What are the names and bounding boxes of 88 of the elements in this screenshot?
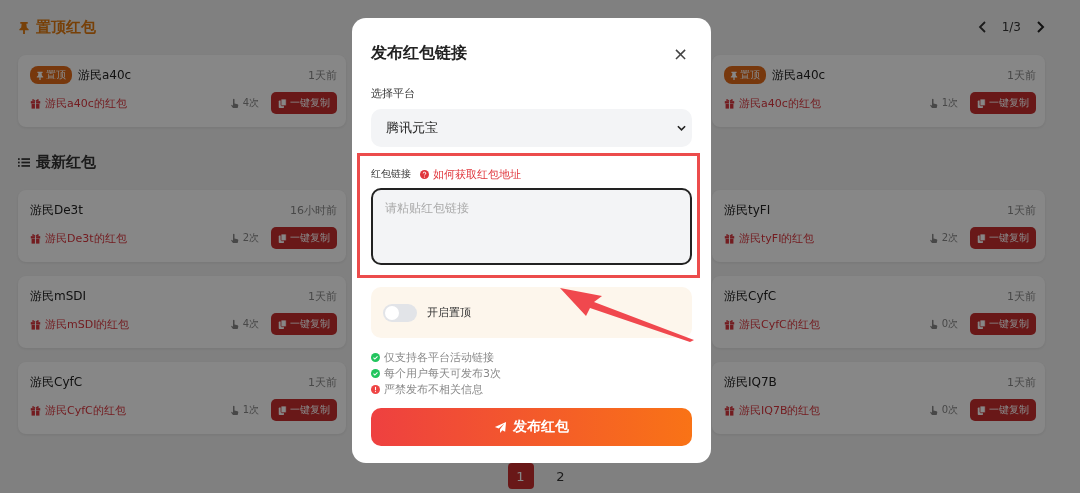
use-count: 4次 bbox=[242, 96, 259, 110]
use-count: 0次 bbox=[941, 317, 958, 331]
copy-button[interactable]: 一键复制 bbox=[970, 92, 1036, 114]
platform-select[interactable]: 腾讯元宝 bbox=[371, 109, 692, 147]
check-circle-icon bbox=[371, 352, 380, 362]
help-link[interactable]: 如何获取红包地址 bbox=[433, 166, 521, 182]
copy-button[interactable]: 一键复制 bbox=[970, 313, 1036, 335]
section-title: 置顶红包 bbox=[36, 17, 96, 37]
pin-icon bbox=[18, 20, 30, 34]
toggle-label: 开启置顶 bbox=[427, 305, 471, 320]
page-button[interactable]: 1 bbox=[507, 463, 534, 489]
gift-icon bbox=[30, 404, 41, 416]
pin-icon bbox=[36, 70, 44, 80]
hand-pointer-icon bbox=[229, 232, 239, 244]
copy-icon bbox=[977, 318, 986, 330]
user-name: 游民De3t bbox=[30, 201, 83, 219]
hand-pointer-icon bbox=[229, 404, 239, 416]
user-name: 游民CyfC bbox=[30, 373, 83, 391]
hand-pointer-icon bbox=[928, 232, 938, 244]
section-title: 最新红包 bbox=[36, 152, 96, 172]
copy-button[interactable]: 一键复制 bbox=[970, 227, 1036, 249]
packet-name: 游民tyFI的红包 bbox=[739, 230, 815, 246]
caret-icon bbox=[677, 125, 686, 131]
gift-icon bbox=[30, 232, 41, 244]
copy-button[interactable]: 一键复制 bbox=[271, 399, 337, 421]
hand-pointer-icon bbox=[229, 318, 239, 330]
hand-pointer-icon bbox=[229, 97, 239, 109]
link-input-field[interactable]: 请粘贴红包链接 bbox=[371, 188, 692, 265]
copy-button[interactable]: 一键复制 bbox=[970, 399, 1036, 421]
copy-button[interactable]: 一键复制 bbox=[271, 227, 337, 249]
warning-circle-icon bbox=[371, 384, 380, 394]
use-count: 4次 bbox=[242, 317, 259, 331]
packet-name: 游民De3t的红包 bbox=[45, 230, 127, 246]
chevron-left-icon[interactable] bbox=[977, 20, 988, 34]
gift-icon bbox=[724, 404, 735, 416]
copy-icon bbox=[278, 232, 287, 244]
packet-name: 游民mSDI的红包 bbox=[45, 316, 130, 332]
check-circle-icon bbox=[371, 368, 380, 378]
paper-plane-icon bbox=[494, 420, 507, 434]
tip-text: 仅支持各平台活动链接 bbox=[384, 349, 494, 365]
user-name: 游民mSDI bbox=[30, 287, 87, 305]
hand-pointer-icon bbox=[928, 97, 938, 109]
list-icon bbox=[18, 155, 30, 169]
copy-icon bbox=[977, 404, 986, 416]
packet-name: 游民CyfC的红包 bbox=[45, 402, 126, 418]
user-name: 游民CyfC bbox=[724, 287, 777, 305]
hand-pointer-icon bbox=[928, 318, 938, 330]
copy-icon bbox=[278, 97, 287, 109]
gift-icon bbox=[724, 97, 735, 109]
gift-icon bbox=[30, 318, 41, 330]
close-button[interactable]: × bbox=[668, 42, 692, 64]
user-name: 游民tyFI bbox=[724, 201, 771, 219]
hand-pointer-icon bbox=[928, 404, 938, 416]
badge-label: 置顶 bbox=[740, 68, 760, 82]
chevron-right-icon[interactable] bbox=[1035, 20, 1045, 34]
packet-name: 游民IQ7B的红包 bbox=[739, 402, 821, 418]
page-indicator: 1/3 bbox=[1001, 20, 1021, 34]
user-name: 游民a40c bbox=[772, 66, 826, 84]
copy-icon bbox=[977, 97, 986, 109]
use-count: 1次 bbox=[941, 96, 958, 110]
use-count: 0次 bbox=[941, 403, 958, 417]
packet-name: 游民a40c的红包 bbox=[45, 95, 127, 111]
copy-button[interactable]: 一键复制 bbox=[271, 92, 337, 114]
copy-icon bbox=[278, 318, 287, 330]
dialog-title: 发布红包链接 bbox=[371, 42, 467, 64]
publish-button[interactable]: 发布红包 bbox=[371, 408, 692, 446]
toggle-switch[interactable] bbox=[383, 303, 417, 322]
packet-name: 游民a40c的红包 bbox=[739, 95, 821, 111]
copy-button[interactable]: 一键复制 bbox=[271, 313, 337, 335]
gift-icon bbox=[724, 232, 735, 244]
pin-icon bbox=[730, 70, 738, 80]
user-name: 游民IQ7B bbox=[724, 373, 777, 391]
use-count: 1次 bbox=[242, 403, 259, 417]
gift-icon bbox=[724, 318, 735, 330]
tip-text: 每个用户每天可发布3次 bbox=[384, 365, 501, 381]
help-icon bbox=[420, 169, 429, 179]
gift-icon bbox=[30, 97, 41, 109]
copy-icon bbox=[977, 232, 986, 244]
copy-icon bbox=[278, 404, 287, 416]
badge-label: 置顶 bbox=[46, 68, 66, 82]
user-name: 游民a40c bbox=[78, 66, 132, 84]
tip-text: 严禁发布不相关信息 bbox=[384, 381, 483, 397]
field-label: 红包链接 bbox=[371, 167, 411, 181]
packet-name: 游民CyfC的红包 bbox=[739, 316, 820, 332]
use-count: 2次 bbox=[941, 231, 958, 245]
field-label: 选择平台 bbox=[371, 86, 416, 101]
page-button[interactable]: 2 bbox=[547, 463, 574, 489]
use-count: 2次 bbox=[242, 231, 259, 245]
